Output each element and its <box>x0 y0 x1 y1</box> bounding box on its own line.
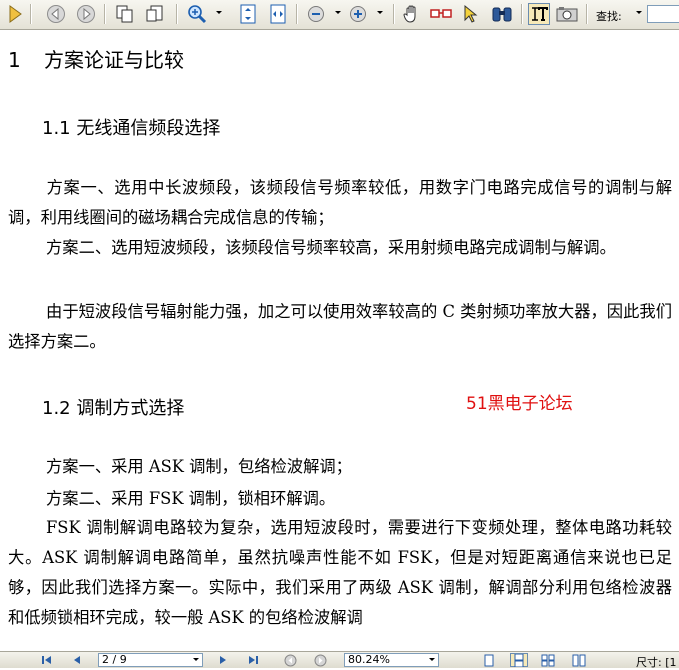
fit-page-icon <box>240 4 256 24</box>
zoom-out-dropdown[interactable] <box>335 11 341 14</box>
chapter-title: 方案论证与比较 <box>44 48 184 72</box>
history-back-button[interactable] <box>283 653 297 667</box>
back-arrow-icon <box>47 5 65 23</box>
two-pages-icon <box>572 654 586 666</box>
watermark-text: 51黑电子论坛 <box>466 394 573 414</box>
status-bar: 2 / 9 80.24% 尺寸: [1 <box>0 651 679 669</box>
paragraph: 由于短波段信号辐射能力强，加之可以使用效率较高的 C 类射频功率放大器，因此我们… <box>8 302 672 351</box>
document-page: 1 方案论证与比较 1.1 无线通信频段选择 方案一、选用中长波频段，该频段信号频… <box>0 30 679 651</box>
back-circle-icon <box>284 654 296 666</box>
history-forward-button[interactable] <box>313 653 327 667</box>
toolbar-separator <box>521 4 522 24</box>
select-text-tool-button[interactable] <box>430 3 452 25</box>
first-page-icon <box>42 656 51 664</box>
toggle-sidebar-button[interactable] <box>4 3 26 25</box>
next-page-icon <box>220 656 226 664</box>
fit-width-button[interactable] <box>267 3 289 25</box>
glasses-icon <box>430 9 452 18</box>
paragraph: FSK 调制解调电路较为复杂，选用短波段时，需要进行下变频处理，整体电路功耗较大… <box>8 518 672 627</box>
toolbar-separator <box>393 4 394 24</box>
previous-page-button[interactable] <box>45 3 67 25</box>
text-tool-button[interactable] <box>528 3 550 25</box>
prev-page-icon <box>74 656 80 664</box>
forward-circle-icon <box>314 654 326 666</box>
facing-pages-icon <box>541 654 555 666</box>
zoom-in-button[interactable] <box>347 3 369 25</box>
paragraph: 方案一、采用 ASK 调制，包络检波解调； <box>46 457 352 476</box>
cursor-arrow-icon <box>464 4 478 23</box>
minus-circle-icon <box>308 6 324 22</box>
continuous-view-button[interactable] <box>510 653 528 667</box>
copy-page-icon <box>116 5 133 23</box>
play-icon <box>9 5 22 23</box>
plus-circle-icon <box>350 6 366 22</box>
magnifier-icon <box>188 5 207 24</box>
hand-icon <box>403 5 416 23</box>
page-dropdown[interactable] <box>193 658 199 661</box>
toolbar-separator <box>176 4 177 24</box>
page-number-input[interactable]: 2 / 9 <box>98 653 203 667</box>
paragraph: 方案一、选用中长波频段，该频段信号频率较低，用数字门电路完成信号的调制与解调，利… <box>8 178 672 227</box>
section-heading: 1.1 无线通信频段选择 <box>42 118 221 139</box>
section-heading: 1.2 调制方式选择 <box>42 398 185 419</box>
continuous-page-icon <box>514 653 524 667</box>
fit-page-button[interactable] <box>237 3 259 25</box>
forward-arrow-icon <box>77 5 95 23</box>
zoom-in-tool-button[interactable] <box>186 3 208 25</box>
zoom-tool-dropdown[interactable] <box>216 11 222 14</box>
zoom-out-button[interactable] <box>305 3 327 25</box>
zoom-level-input[interactable]: 80.24% <box>344 653 439 667</box>
copy-button[interactable] <box>114 3 136 25</box>
find-options-dropdown[interactable] <box>636 11 642 14</box>
snapshot-button[interactable] <box>556 3 578 25</box>
camera-icon <box>556 7 578 22</box>
zoom-level-dropdown[interactable] <box>429 658 435 661</box>
toolbar-separator <box>104 4 105 24</box>
paste-page-icon <box>146 5 163 22</box>
paste-button[interactable] <box>144 3 166 25</box>
toolbar-separator <box>296 4 297 24</box>
last-page-icon <box>249 656 258 664</box>
zoom-in-dropdown[interactable] <box>377 11 383 14</box>
find-input[interactable] <box>647 5 679 23</box>
facing-view-button[interactable] <box>541 653 555 667</box>
pointer-tool-button[interactable] <box>459 3 481 25</box>
toolbar-separator <box>586 4 587 24</box>
hand-tool-button[interactable] <box>401 3 423 25</box>
last-page-button[interactable] <box>246 653 260 667</box>
single-page-icon <box>484 654 494 666</box>
prev-page-button[interactable] <box>70 653 84 667</box>
chapter-number: 1 <box>8 48 21 72</box>
binoculars-icon <box>492 7 512 22</box>
find-button[interactable] <box>491 3 513 25</box>
toolbar: 查找: <box>0 0 679 30</box>
toolbar-separator <box>30 4 31 24</box>
first-page-button[interactable] <box>40 653 54 667</box>
next-page-button[interactable] <box>75 3 97 25</box>
text-cursor-icon <box>532 7 548 21</box>
paragraph: 方案二、采用 FSK 调制，锁相环解调。 <box>46 489 336 508</box>
single-page-view-button[interactable] <box>482 653 496 667</box>
chapter-heading: 1 方案论证与比较 <box>8 44 184 73</box>
next-page-status-button[interactable] <box>216 653 230 667</box>
paragraph: 方案二、选用短波频段，该频段信号频率较高，采用射频电路完成调制与解调。 <box>46 238 616 257</box>
fit-width-icon <box>270 4 286 24</box>
two-page-view-button[interactable] <box>572 653 586 667</box>
find-label: 查找: <box>596 10 622 23</box>
